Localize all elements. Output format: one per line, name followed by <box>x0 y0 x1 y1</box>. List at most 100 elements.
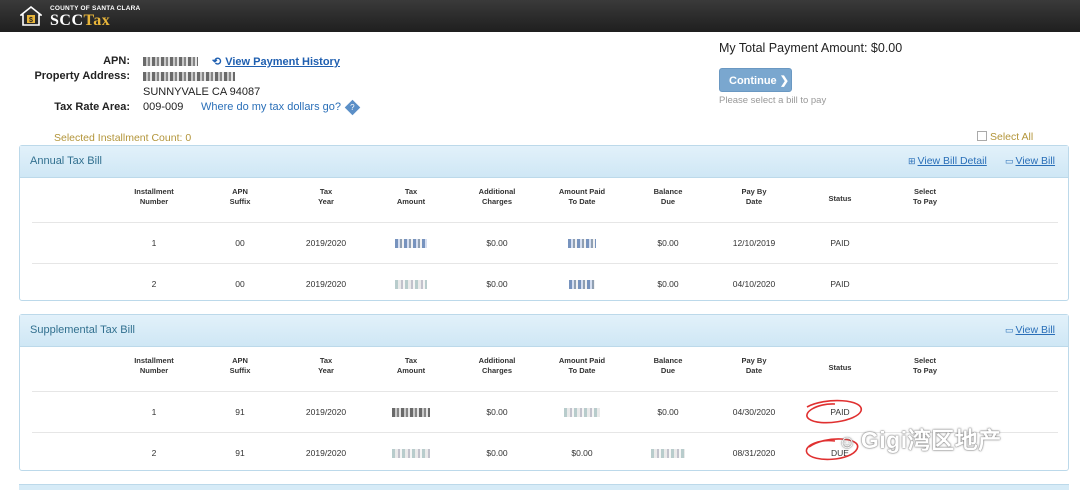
tax-rate-area-label: Tax Rate Area: <box>54 101 130 113</box>
column-header: Balance Due <box>633 356 703 376</box>
column-header-line: Pay By <box>741 356 767 365</box>
select-all-checkbox[interactable]: Select All <box>977 131 1033 143</box>
column-header-line: Amount Paid <box>558 356 606 365</box>
balance-due: $0.00 <box>657 279 679 289</box>
pay-by-date: 12/10/2019 <box>732 238 776 248</box>
column-header: Select To Pay <box>890 356 960 376</box>
tax-year: 2019/2020 <box>305 238 347 248</box>
column-header-line: Installment <box>134 187 174 196</box>
column-header: Installment Number <box>119 187 189 207</box>
annual-panel-header: Annual Tax Bill ⊞ View Bill Detail ▭ View … <box>20 146 1068 178</box>
checkbox-icon[interactable] <box>977 131 987 141</box>
column-header-line: Select <box>913 187 937 196</box>
tax-year: 2019/2020 <box>305 407 347 417</box>
column-header-line: Date <box>745 366 763 375</box>
view-bill-detail-link[interactable]: ⊞ View Bill Detail <box>908 155 987 167</box>
column-header-line: Year <box>318 366 334 375</box>
column-header-line: Suffix <box>229 366 251 375</box>
pay-by-date: 08/31/2020 <box>732 448 776 458</box>
apn-suffix: 91 <box>235 407 245 417</box>
column-header-line: Additional <box>478 187 516 196</box>
installment-number: 2 <box>151 448 157 458</box>
balance-due <box>633 448 703 459</box>
column-header-line: Charges <box>481 366 512 375</box>
row-divider <box>32 391 1058 392</box>
apn-label: APN: <box>103 55 130 67</box>
annual-view-bill-link[interactable]: ▭ View Bill <box>1005 155 1055 167</box>
column-header-line: Tax <box>319 187 333 196</box>
tax-rate-area-value: 009-009 <box>143 101 184 113</box>
additional-charges: $0.00 <box>486 279 508 289</box>
tax-year: 2019/2020 <box>305 448 347 458</box>
amount-paid <box>547 407 617 418</box>
top-bar: $ COUNTY OF SANTA CLARA SCCTax <box>0 0 1080 32</box>
column-header-line: Due <box>660 366 676 375</box>
column-header: Balance Due <box>633 187 703 207</box>
balance-due: $0.00 <box>657 407 679 417</box>
column-header-line: Balance <box>653 187 683 196</box>
status: PAID <box>830 407 850 417</box>
select-bill-hint: Please select a bill to pay <box>719 95 827 106</box>
column-header-line: Amount Paid <box>558 187 606 196</box>
tax-year: 2019/2020 <box>305 279 347 289</box>
column-header: Select To Pay <box>890 187 960 207</box>
column-header: APN Suffix <box>205 356 275 376</box>
view-payment-history-link[interactable]: ⟲ View Payment History <box>212 55 340 68</box>
supplemental-panel-header: Supplemental Tax Bill ▭ View Bill <box>20 315 1068 347</box>
installment-number: 2 <box>151 279 157 289</box>
column-header-line: To Pay <box>912 366 938 375</box>
annual-panel-title: Annual Tax Bill <box>30 155 102 167</box>
column-header-line: Amount <box>396 197 426 206</box>
column-header-line: Due <box>660 197 676 206</box>
column-header-line: Number <box>139 366 169 375</box>
column-header-line: Tax <box>404 356 418 365</box>
logo-county-text: COUNTY OF SANTA CLARA <box>50 5 141 12</box>
column-header-line: Installment <box>134 356 174 365</box>
amount-paid <box>547 238 617 249</box>
column-header-line: APN <box>232 356 248 365</box>
installment-number: 1 <box>151 407 157 417</box>
plus-box-icon: ⊞ <box>908 156 916 166</box>
house-dollar-icon: $ <box>20 6 42 26</box>
history-icon: ⟲ <box>212 56 222 68</box>
property-address-city: SUNNYVALE CA 94087 <box>143 86 261 98</box>
column-header: Tax Year <box>291 356 361 376</box>
column-header-line: Status <box>828 194 852 203</box>
column-header: Additional Charges <box>462 356 532 376</box>
apn-suffix: 00 <box>235 279 245 289</box>
document-icon: ▭ <box>1005 156 1014 166</box>
logo-scctax[interactable]: SCCTax <box>50 12 110 30</box>
column-header: APN Suffix <box>205 187 275 207</box>
pay-by-date: 04/10/2020 <box>732 279 776 289</box>
column-header-line: Suffix <box>229 197 251 206</box>
column-header-line: Charges <box>481 197 512 206</box>
column-header-line: Select <box>913 356 937 365</box>
column-header-line: Amount <box>396 366 426 375</box>
chevron-right-icon: ❯ <box>779 75 789 87</box>
watermark: ☺ Gigi湾区地产 <box>838 427 1002 453</box>
amount-paid: $0.00 <box>571 448 593 458</box>
column-header: Additional Charges <box>462 187 532 207</box>
additional-charges: $0.00 <box>486 407 508 417</box>
column-header-line: Balance <box>653 356 683 365</box>
selected-installment-count: Selected Installment Count: 0 <box>54 132 192 144</box>
tax-dollars-link[interactable]: Where do my tax dollars go? ? <box>201 99 361 116</box>
column-header-line: To Pay <box>912 197 938 206</box>
column-header: Status <box>805 363 875 373</box>
column-header: Tax Amount <box>376 356 446 376</box>
additional-charges: $0.00 <box>486 448 508 458</box>
column-header: Installment Number <box>119 356 189 376</box>
column-header: Pay By Date <box>719 187 789 207</box>
total-payment-amount: My Total Payment Amount: $0.00 <box>719 41 903 55</box>
column-header-line: Status <box>828 363 852 372</box>
amount-paid <box>547 279 617 290</box>
pay-by-date: 04/30/2020 <box>732 407 776 417</box>
continue-button[interactable]: Continue ❯ <box>719 68 792 92</box>
supplemental-panel-title: Supplemental Tax Bill <box>30 324 135 336</box>
column-header-line: Year <box>318 197 334 206</box>
apn-value <box>143 55 198 67</box>
column-header: Tax Amount <box>376 187 446 207</box>
question-diamond-icon: ? <box>344 99 361 116</box>
column-header: Pay By Date <box>719 356 789 376</box>
supplemental-view-bill-link[interactable]: ▭ View Bill <box>1005 324 1055 336</box>
